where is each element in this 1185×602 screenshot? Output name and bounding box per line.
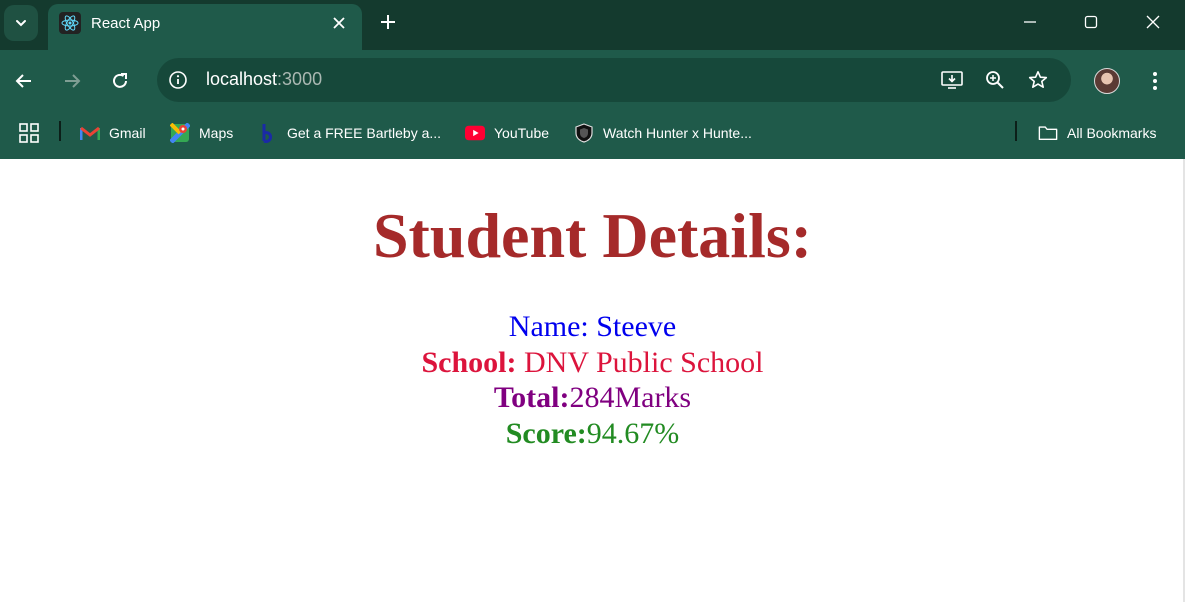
reload-icon: [113, 73, 127, 88]
close-icon: [1146, 15, 1160, 29]
student-details: Name: Steeve School: DNV Public School T…: [0, 309, 1185, 451]
youtube-icon: [465, 123, 485, 143]
all-bookmarks-button[interactable]: All Bookmarks: [1038, 120, 1156, 146]
chevron-down-icon: [16, 20, 26, 27]
score-value: 94.67%: [586, 416, 680, 450]
install-app-icon[interactable]: [940, 68, 964, 92]
reload-button[interactable]: [105, 66, 135, 96]
bookmark-maps[interactable]: Maps: [170, 120, 233, 146]
total-label: Total:: [493, 381, 570, 414]
page-title: Student Details:: [372, 200, 813, 271]
new-tab-button[interactable]: [376, 10, 400, 34]
apps-grid-icon[interactable]: [17, 121, 41, 145]
all-bookmarks-label: All Bookmarks: [1067, 125, 1157, 141]
score-label: Score:: [505, 416, 587, 450]
name-value: Steeve: [596, 310, 677, 343]
bookmark-gmail[interactable]: Gmail: [80, 120, 146, 146]
url-host: localhost: [206, 69, 278, 89]
name-row: Name: Steeve: [0, 309, 1185, 345]
close-tab-button[interactable]: [328, 12, 350, 34]
arrow-right-icon: [65, 74, 81, 88]
bookmark-label: Get a FREE Bartleby a...: [287, 125, 442, 141]
browser-menu-button[interactable]: [1145, 67, 1165, 95]
bookmarks-divider: [59, 121, 61, 141]
more-vertical-icon: [1153, 72, 1157, 90]
profile-avatar[interactable]: [1094, 68, 1120, 94]
bookmark-hunter[interactable]: Watch Hunter x Hunte...: [574, 120, 752, 146]
page-content: Student Details: Name: Steeve School: DN…: [0, 159, 1185, 602]
bookmarks-divider: [1015, 121, 1017, 141]
address-bar[interactable]: localhost:3000: [157, 58, 1071, 102]
minimize-button[interactable]: [1018, 10, 1042, 34]
score-row: Score:94.67%: [0, 416, 1185, 452]
total-value: 284Marks: [569, 381, 692, 414]
bookmark-label: Maps: [199, 125, 234, 141]
bookmark-youtube[interactable]: YouTube: [465, 120, 549, 146]
close-icon: [333, 17, 345, 29]
close-window-button[interactable]: [1141, 10, 1165, 34]
react-logo-icon: [59, 12, 81, 34]
bookmark-star-icon[interactable]: [1026, 68, 1050, 92]
site-info-icon[interactable]: [166, 68, 190, 92]
url-text[interactable]: localhost:3000: [206, 69, 322, 90]
zoom-icon[interactable]: [983, 68, 1007, 92]
tab-search-button[interactable]: [4, 5, 38, 41]
folder-icon: [1038, 123, 1058, 143]
bookmark-label: Watch Hunter x Hunte...: [603, 125, 752, 141]
url-port: :3000: [277, 69, 323, 89]
tab-title: React App: [91, 15, 161, 32]
school-value: DNV Public School: [516, 345, 764, 379]
name-label: Name:: [508, 310, 597, 343]
maps-icon: [170, 123, 190, 143]
active-tab[interactable]: React App: [48, 4, 362, 50]
total-row: Total:284Marks: [0, 380, 1185, 416]
school-row: School: DNV Public School: [0, 345, 1185, 381]
bookmark-label: YouTube: [494, 125, 550, 141]
back-button[interactable]: [9, 66, 39, 96]
bookmark-label: Gmail: [109, 125, 146, 141]
plus-icon: [381, 15, 395, 29]
bookmark-bartleby[interactable]: Get a FREE Bartleby a...: [258, 120, 441, 146]
arrow-left-icon: [15, 74, 31, 88]
browser-toolbar: localhost:3000: [0, 50, 1185, 112]
maximize-button[interactable]: [1079, 10, 1103, 34]
gmail-icon: [80, 123, 100, 143]
browser-title-bar: React App: [0, 0, 1185, 50]
shield-icon: [574, 123, 594, 143]
maximize-icon: [1084, 15, 1098, 29]
bookmarks-bar: Gmail Maps Get a FREE Bartleby a... YouT…: [0, 112, 1185, 159]
school-label: School:: [421, 345, 517, 379]
bartleby-icon: [258, 123, 278, 143]
forward-button[interactable]: [57, 66, 87, 96]
minimize-icon: [1024, 21, 1036, 23]
